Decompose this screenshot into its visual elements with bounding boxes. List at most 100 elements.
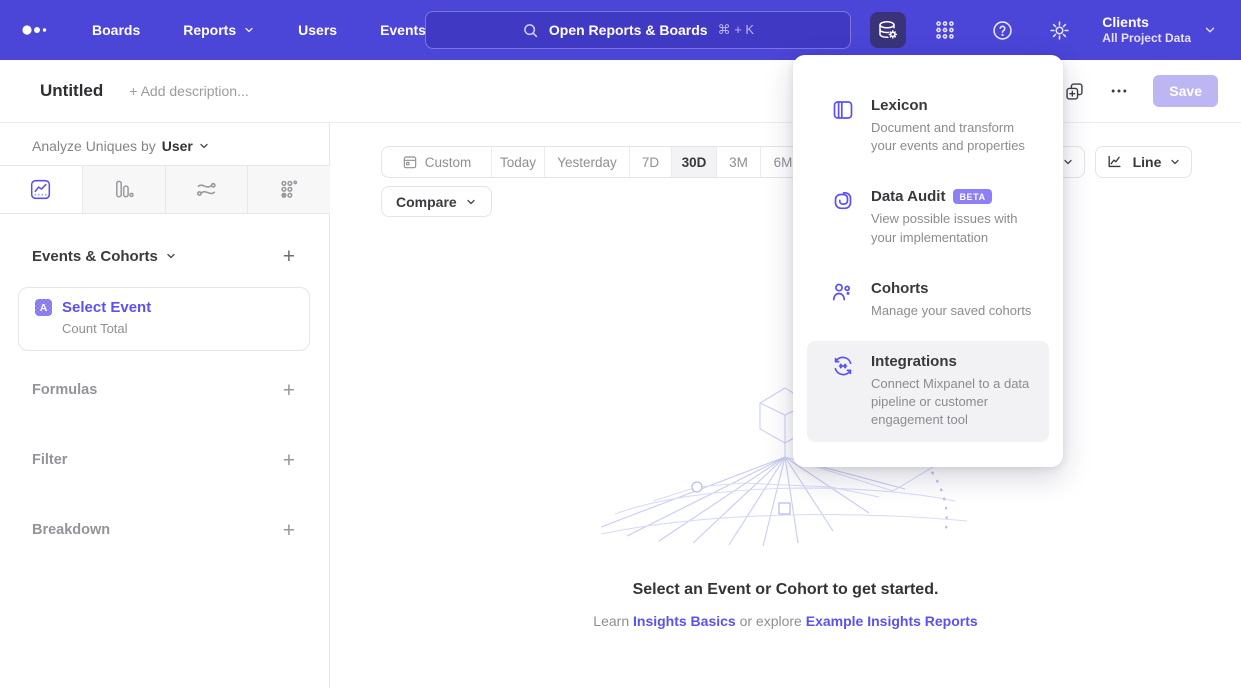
chevron-down-icon — [165, 250, 177, 262]
query-builder-sidebar: Analyze Uniques by User — [0, 123, 330, 688]
select-event-button[interactable]: Select Event — [62, 299, 151, 316]
cohorts-icon — [831, 281, 855, 305]
events-cohorts-section: Events & Cohorts + — [32, 243, 295, 269]
report-title[interactable]: Untitled — [40, 81, 103, 101]
event-metric-dropdown[interactable]: Count Total — [62, 321, 293, 336]
settings-button[interactable] — [1041, 12, 1077, 48]
tab-insights-line[interactable] — [0, 166, 83, 213]
more-options-button[interactable] — [1109, 81, 1129, 101]
date-range-control: Custom Today Yesterday 7D 30D 3M 6M — [381, 146, 806, 178]
tab-metrics-grid[interactable] — [248, 166, 330, 213]
menu-item-title: Integrations — [871, 353, 957, 370]
nav-item-label: Users — [298, 22, 337, 38]
flow-tab-icon — [195, 178, 218, 201]
line-chart-tab-icon — [29, 178, 52, 201]
range-custom[interactable]: Custom — [382, 147, 492, 177]
nav-item-boards[interactable]: Boards — [92, 22, 140, 38]
menu-item-cohorts[interactable]: Cohorts Manage your saved cohorts — [807, 268, 1049, 332]
help-button[interactable] — [984, 12, 1020, 48]
org-name: Clients — [1102, 14, 1191, 32]
navbar-right: Clients All Project Data — [870, 0, 1241, 60]
global-search-input[interactable]: Open Reports & Boards ⌘ + K — [425, 11, 851, 49]
data-management-menu: Lexicon Document and transform your even… — [793, 55, 1063, 467]
project-switcher[interactable]: Clients All Project Data — [1102, 14, 1217, 47]
mixpanel-app: Boards Reports Users Events Open Reports… — [0, 0, 1241, 688]
add-event-button[interactable]: + — [283, 246, 295, 267]
menu-item-description: View possible issues with your implement… — [871, 210, 1037, 246]
nav-item-label: Events — [380, 22, 426, 38]
menu-item-integrations[interactable]: Integrations Connect Mixpanel to a data … — [807, 341, 1049, 442]
data-management-button[interactable] — [870, 12, 906, 48]
primary-nav: Boards Reports Users Events — [92, 22, 426, 38]
chevron-down-icon — [465, 196, 477, 208]
range-yesterday[interactable]: Yesterday — [545, 147, 630, 177]
add-filter-button[interactable]: + — [283, 450, 295, 471]
nav-item-label: Boards — [92, 22, 140, 38]
filter-label: Filter — [32, 452, 67, 468]
tab-flow-chart[interactable] — [166, 166, 249, 213]
range-30d[interactable]: 30D — [672, 147, 717, 177]
add-formula-button[interactable]: + — [283, 380, 295, 401]
range-label: 7D — [642, 155, 659, 170]
gear-icon — [1048, 19, 1071, 42]
menu-item-description: Manage your saved cohorts — [871, 302, 1037, 320]
help-icon — [991, 19, 1014, 42]
chart-style-dropdown[interactable]: Line — [1095, 146, 1192, 178]
range-today[interactable]: Today — [492, 147, 545, 177]
menu-item-description: Document and transform your events and p… — [871, 119, 1037, 155]
analyze-row: Analyze Uniques by User — [32, 133, 210, 159]
calendar-icon — [402, 154, 418, 170]
mixpanel-logo-icon[interactable] — [22, 24, 56, 36]
nav-item-users[interactable]: Users — [298, 22, 337, 38]
chart-type-tabs — [0, 165, 330, 214]
metrics-tab-icon — [278, 178, 301, 201]
add-breakdown-button[interactable]: + — [283, 520, 295, 541]
range-7d[interactable]: 7D — [630, 147, 672, 177]
events-cohorts-header[interactable]: Events & Cohorts — [32, 248, 177, 265]
empty-state-title: Select an Event or Cohort to get started… — [330, 581, 1241, 599]
chevron-down-icon — [1062, 156, 1074, 168]
apps-grid-button[interactable] — [927, 12, 963, 48]
duplicate-report-button[interactable] — [1064, 81, 1085, 102]
beta-badge: BETA — [953, 189, 991, 204]
save-button[interactable]: Save — [1153, 75, 1218, 107]
duplicate-icon — [1064, 81, 1085, 102]
range-3m[interactable]: 3M — [717, 147, 761, 177]
chevron-down-icon — [243, 24, 255, 36]
search-placeholder: Open Reports & Boards — [549, 22, 708, 38]
analyze-by-dropdown[interactable]: User — [162, 138, 210, 154]
compare-dropdown[interactable]: Compare — [381, 186, 492, 217]
nav-item-label: Reports — [183, 22, 236, 38]
menu-item-title: Lexicon — [871, 97, 928, 114]
range-label: Today — [500, 155, 536, 170]
project-name: All Project Data — [1102, 31, 1191, 46]
nav-item-reports[interactable]: Reports — [183, 22, 255, 38]
compare-label: Compare — [396, 194, 457, 210]
filter-section: Filter + — [32, 447, 295, 473]
insights-basics-link[interactable]: Insights Basics — [633, 613, 736, 629]
menu-item-title: Data Audit — [871, 188, 945, 205]
apps-grid-icon — [934, 19, 956, 41]
learn-prefix: Learn — [593, 613, 633, 629]
empty-state-links: Learn Insights Basics or explore Example… — [330, 613, 1241, 629]
report-description-input[interactable]: + Add description... — [129, 83, 248, 99]
chevron-down-icon — [1169, 156, 1181, 168]
formulas-label: Formulas — [32, 382, 97, 398]
example-reports-link[interactable]: Example Insights Reports — [806, 613, 978, 629]
menu-item-description: Connect Mixpanel to a data pipeline or c… — [871, 375, 1037, 430]
tab-bar-chart[interactable] — [83, 166, 166, 213]
middle-text: or explore — [736, 613, 806, 629]
line-chart-icon — [1106, 153, 1125, 172]
range-label: 6M — [774, 155, 793, 170]
analyze-value: User — [162, 138, 193, 154]
menu-item-lexicon[interactable]: Lexicon Document and transform your even… — [807, 85, 1049, 167]
range-label: Yesterday — [557, 155, 617, 170]
database-gear-icon — [876, 18, 900, 42]
nav-item-events[interactable]: Events — [380, 22, 426, 38]
section-label: Events & Cohorts — [32, 248, 158, 265]
bar-chart-tab-icon — [112, 178, 135, 201]
event-card[interactable]: A Select Event Count Total — [18, 287, 310, 351]
menu-item-data-audit[interactable]: Data Audit BETA View possible issues wit… — [807, 176, 1049, 258]
range-label: Custom — [425, 155, 472, 170]
chevron-down-icon — [198, 140, 210, 152]
